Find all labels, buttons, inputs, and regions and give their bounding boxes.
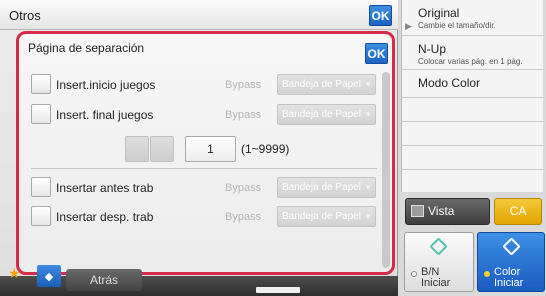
bypass-label: Bypass — [225, 79, 262, 91]
chevron-down-icon: ▼ — [364, 110, 372, 119]
insert-after-job-row: Insertar desp. trab Bypass Bandeja de Pa… — [19, 206, 379, 228]
preview-button[interactable]: Vista previa — [405, 198, 490, 243]
start-icon — [502, 237, 521, 256]
chevron-down-icon: ▼ — [364, 80, 372, 89]
stepper-decrement-button[interactable] — [125, 136, 149, 162]
insert-before-job-checkbox[interactable] — [31, 177, 51, 197]
insert-before-job-label: Insertar antes trab — [56, 181, 154, 195]
bw-start-button[interactable]: B/N Iniciar — [404, 232, 474, 292]
color-start-button[interactable]: Color Iniciar — [477, 232, 545, 292]
paper-tray-select[interactable]: Bandeja de Papel ▼ — [277, 177, 376, 198]
list-item[interactable] — [402, 98, 544, 122]
program-icon[interactable]: ◆ — [37, 265, 61, 287]
status-dot — [484, 271, 490, 277]
stepper-increment-button[interactable] — [150, 136, 174, 162]
color-mode-item-title: Modo Color — [418, 76, 481, 90]
sets-count-range: (1~9999) — [241, 142, 290, 156]
bypass-label: Bypass — [225, 109, 262, 121]
paper-tray-select[interactable]: Bandeja de Papel ▼ — [277, 104, 376, 125]
color-mode-item[interactable]: Modo Color — [402, 70, 544, 98]
bypass-label: Bypass — [225, 182, 262, 194]
original-item-subtitle: Cambie el tamaño/dir. — [418, 21, 496, 30]
main-header: Otros OK — [0, 0, 398, 30]
n-up-item[interactable]: N-Up Colocar varias pág. en 1 pág. — [402, 36, 544, 70]
insert-after-job-label: Insertar desp. trab — [56, 210, 154, 224]
insert-end-sets-checkbox[interactable] — [31, 104, 51, 124]
settings-list: ▶ Original Cambie el tamaño/dir. N-Up Co… — [401, 0, 544, 192]
clear-all-button[interactable]: CA — [494, 198, 542, 225]
chevron-down-icon: ▼ — [364, 212, 372, 221]
original-item[interactable]: Original Cambie el tamaño/dir. — [402, 0, 544, 36]
color-start-label: Color Iniciar — [494, 267, 523, 289]
back-button[interactable]: Atrás — [66, 269, 142, 291]
list-item[interactable] — [402, 146, 544, 170]
paper-tray-select[interactable]: Bandeja de Papel ▼ — [277, 206, 376, 227]
start-icon — [429, 237, 448, 256]
main-panel: Otros OK Página de separación OK Insert.… — [0, 0, 398, 296]
list-item[interactable] — [402, 122, 544, 146]
chevron-down-icon: ▼ — [364, 183, 372, 192]
insert-start-sets-checkbox[interactable] — [31, 74, 51, 94]
color-start-line2: Iniciar — [494, 277, 524, 289]
ok-button[interactable]: OK — [369, 5, 392, 26]
paper-tray-select-label: Bandeja de Papel — [282, 79, 361, 90]
bw-start-line2: Iniciar — [421, 277, 451, 289]
status-dot — [411, 271, 417, 277]
insert-start-sets-label: Insert.inicio juegos — [56, 78, 156, 92]
dialog-title: Página de separación — [28, 41, 145, 55]
right-panel: ▶ Original Cambie el tamaño/dir. N-Up Co… — [399, 0, 546, 296]
original-item-title: Original — [418, 6, 460, 20]
separation-page-dialog: Página de separación OK Insert.inicio ju… — [16, 31, 395, 275]
bottom-handle[interactable] — [256, 287, 300, 293]
star-icon[interactable]: ★ — [8, 265, 21, 282]
insert-after-job-checkbox[interactable] — [31, 206, 51, 226]
insert-before-job-row: Insertar antes trab Bypass Bandeja de Pa… — [19, 177, 379, 199]
divider — [31, 168, 377, 169]
dialog-scrollbar[interactable] — [382, 72, 390, 268]
page-title: Otros — [9, 8, 41, 23]
paper-tray-select[interactable]: Bandeja de Papel ▼ — [277, 74, 376, 95]
paper-tray-select-label: Bandeja de Papel — [282, 182, 361, 193]
bw-start-label: B/N Iniciar — [421, 267, 450, 289]
n-up-item-title: N-Up — [418, 42, 447, 56]
preview-icon — [411, 205, 424, 217]
dialog-ok-button[interactable]: OK — [365, 43, 388, 64]
bypass-label: Bypass — [225, 211, 262, 223]
paper-tray-select-label: Bandeja de Papel — [282, 109, 361, 120]
insert-start-sets-row: Insert.inicio juegos Bypass Bandeja de P… — [19, 74, 379, 96]
paper-tray-select-label: Bandeja de Papel — [282, 211, 361, 222]
n-up-item-subtitle: Colocar varias pág. en 1 pág. — [418, 57, 523, 66]
sets-count-input[interactable]: 1 — [185, 136, 236, 162]
insert-end-sets-label: Insert. final juegos — [56, 108, 154, 122]
insert-end-sets-row: Insert. final juegos Bypass Bandeja de P… — [19, 104, 379, 126]
